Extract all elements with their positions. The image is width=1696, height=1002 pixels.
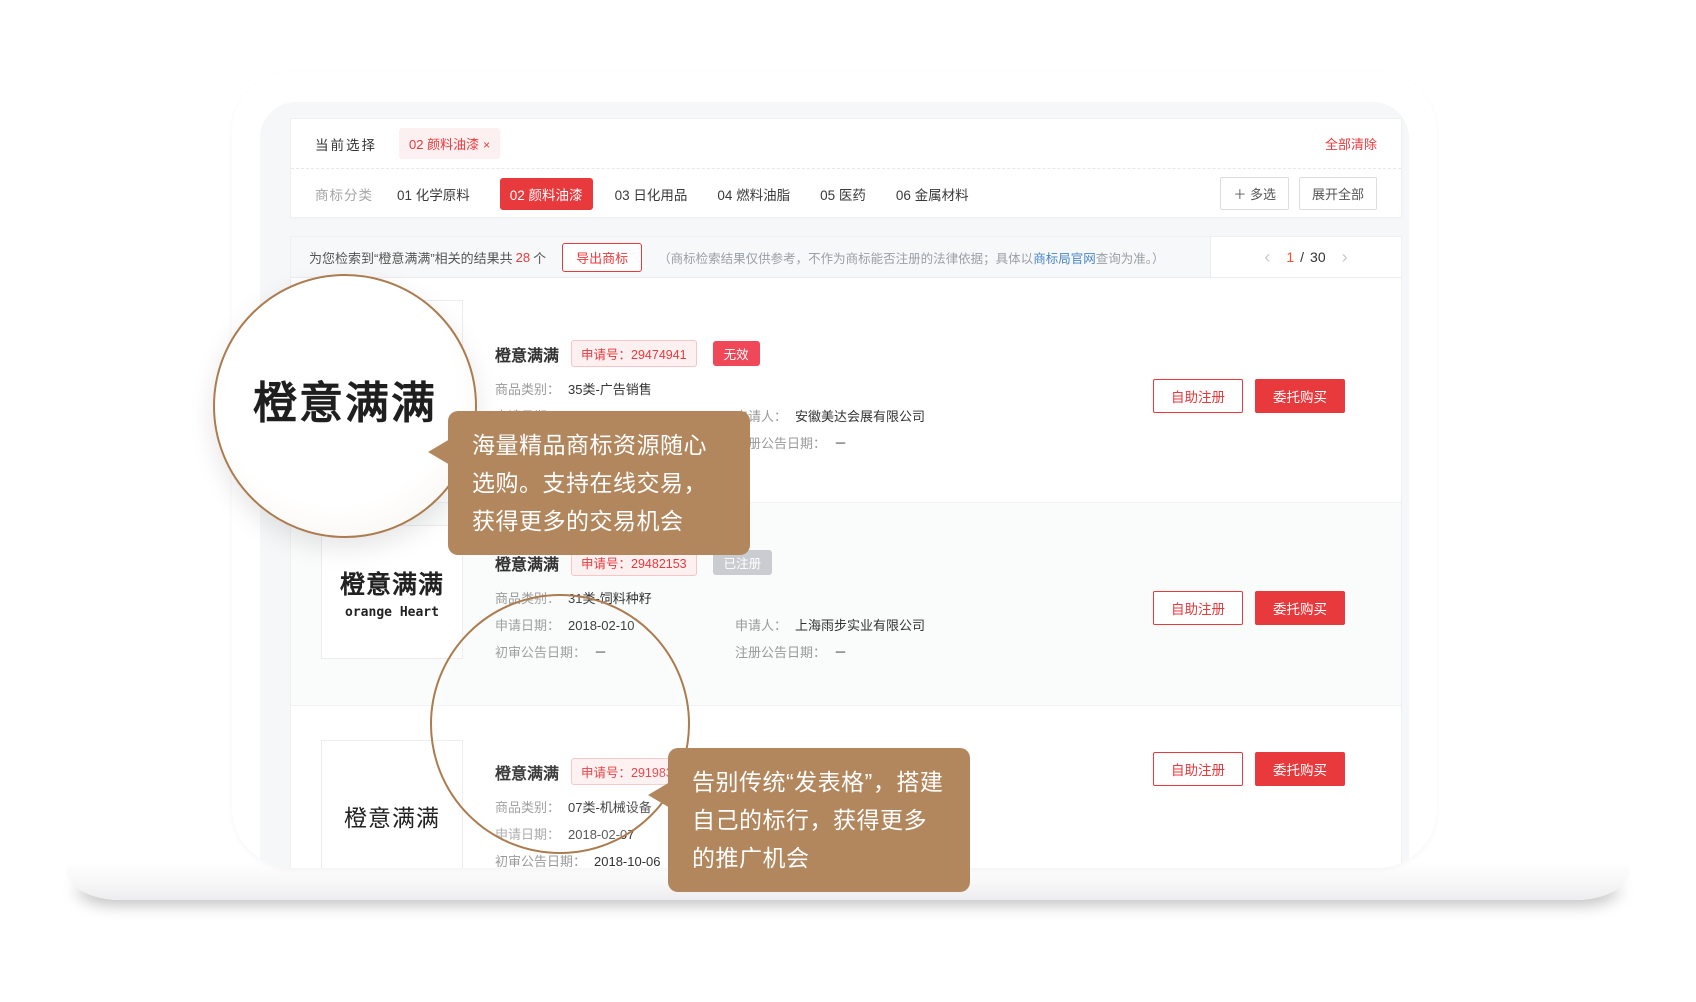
field-label: 商品类别： xyxy=(495,376,560,403)
field-value: 上海雨步实业有限公司 xyxy=(795,612,925,639)
magnifier-lens-bottom xyxy=(430,594,690,854)
total-pages: 30 xyxy=(1310,249,1326,265)
trademark-office-link[interactable]: 商标局官网 xyxy=(1033,252,1096,266)
field-value: 2018-10-06 xyxy=(594,848,661,868)
field-value: － xyxy=(834,639,847,666)
entrust-buy-button[interactable]: 委托购买 xyxy=(1255,591,1345,625)
prev-page-icon[interactable]: ‹ xyxy=(1248,247,1286,268)
current-page: 1 xyxy=(1286,249,1294,265)
current-selection-label: 当前选择 xyxy=(315,134,377,154)
disclaimer-text: （商标检索结果仅供参考，不作为商标能否注册的法律依据；具体以商标局官网查询为准。… xyxy=(658,248,1164,267)
results-summary: 为您检索到“橙意满满”相关的结果共 28 个 导出商标 （商标检索结果仅供参考，… xyxy=(291,237,1210,277)
page-separator: / xyxy=(1300,249,1304,265)
page: 当前选择 02 颜料油漆 × 全部清除 商标分类 01 化学原料 02 颜料油漆 … xyxy=(0,0,1696,1002)
trademark-image-text: 橙意满满 xyxy=(340,565,444,601)
entrust-buy-button[interactable]: 委托购买 xyxy=(1255,379,1345,413)
disclaimer-post: 查询为准。） xyxy=(1096,252,1165,266)
tooltip-promotion: 告别传统“发表格”，搭建自己的标行，获得更多的推广机会 xyxy=(668,748,970,892)
category-item-05[interactable]: 05 医药 xyxy=(820,184,866,204)
category-item-03[interactable]: 03 日化用品 xyxy=(615,184,688,204)
magnified-trademark-text: 橙意满满 xyxy=(253,367,437,431)
selected-category-tag[interactable]: 02 颜料油漆 × xyxy=(399,128,500,159)
clear-all-link[interactable]: 全部清除 xyxy=(1325,134,1377,153)
field-label: 申请人： xyxy=(735,612,787,639)
application-number-tag: 申请号：29474941 xyxy=(571,340,697,367)
field-value: － xyxy=(834,430,847,457)
remove-tag-icon[interactable]: × xyxy=(483,138,490,152)
trademark-name: 橙意满满 xyxy=(495,342,559,366)
category-list: 01 化学原料 02 颜料油漆 03 日化用品 04 燃料油脂 05 医药 06… xyxy=(397,178,999,210)
category-item-02-selected[interactable]: 02 颜料油漆 xyxy=(500,178,593,210)
results-count-prefix: 为您检索到“橙意满满”相关的结果共 xyxy=(309,248,513,267)
current-selection-row: 当前选择 02 颜料油漆 × 全部清除 xyxy=(291,119,1401,169)
multi-select-button[interactable]: ＋ 多选 xyxy=(1220,177,1289,210)
field-value: 安徽美达会展有限公司 xyxy=(795,403,925,430)
magnifier-lens-top: 橙意满满 xyxy=(213,274,477,538)
export-trademark-button[interactable]: 导出商标 xyxy=(562,243,642,272)
category-item-06[interactable]: 06 金属材料 xyxy=(896,184,969,204)
pagination: ‹ 1 / 30 › xyxy=(1210,237,1401,277)
self-register-button[interactable]: 自助注册 xyxy=(1153,752,1243,786)
trademark-image: 橙意满满 orange Heart xyxy=(321,525,463,659)
disclaimer-pre: （商标检索结果仅供参考，不作为商标能否注册的法律依据；具体以 xyxy=(658,252,1033,266)
category-item-04[interactable]: 04 燃料油脂 xyxy=(717,184,790,204)
results-count: 28 xyxy=(516,250,530,265)
tooltip-marketplace: 海量精品商标资源随心选购。支持在线交易，获得更多的交易机会 xyxy=(448,411,750,555)
category-label: 商标分类 xyxy=(315,184,373,204)
category-row: 商标分类 01 化学原料 02 颜料油漆 03 日化用品 04 燃料油脂 05 … xyxy=(291,169,1401,218)
expand-all-button[interactable]: 展开全部 xyxy=(1299,177,1377,210)
next-page-icon[interactable]: › xyxy=(1326,247,1364,268)
status-badge: 无效 xyxy=(713,341,760,366)
self-register-button[interactable]: 自助注册 xyxy=(1153,379,1243,413)
field-label: 注册公告日期： xyxy=(735,639,826,666)
results-count-suffix: 个 xyxy=(533,248,546,267)
trademark-image-text: 橙意满满 xyxy=(344,799,440,833)
filter-card: 当前选择 02 颜料油漆 × 全部清除 商标分类 01 化学原料 02 颜料油漆 … xyxy=(290,118,1402,218)
trademark-image-subtext: orange Heart xyxy=(345,605,439,620)
field-value: 35类-广告销售 xyxy=(568,376,652,403)
results-header: 为您检索到“橙意满满”相关的结果共 28 个 导出商标 （商标检索结果仅供参考，… xyxy=(291,237,1401,278)
self-register-button[interactable]: 自助注册 xyxy=(1153,591,1243,625)
category-item-01[interactable]: 01 化学原料 xyxy=(397,184,470,204)
entrust-buy-button[interactable]: 委托购买 xyxy=(1255,752,1345,786)
selected-category-tag-text: 02 颜料油漆 xyxy=(409,137,479,152)
